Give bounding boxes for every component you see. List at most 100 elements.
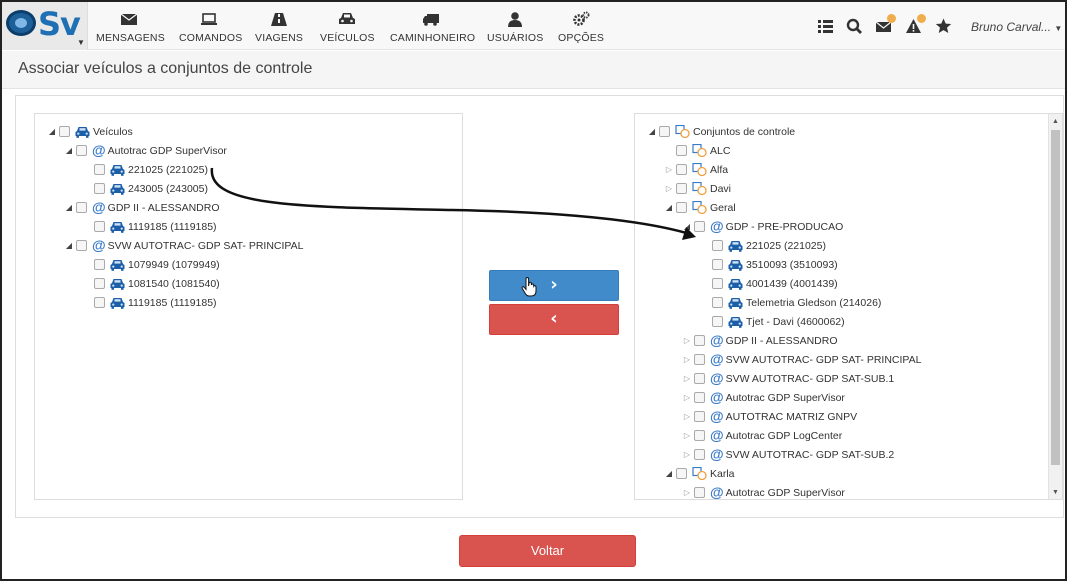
tree-vehicle[interactable]: Telemetria Gledson (214026) (700, 293, 881, 312)
expand-toggle-icon[interactable]: ▷ (682, 336, 692, 345)
tree-group[interactable]: ◢ @ GDP - PRE-PRODUCAO (682, 217, 843, 236)
node-checkbox[interactable] (676, 164, 687, 175)
tree-vehicle[interactable]: 1119185 (1119185) (82, 217, 217, 236)
tree-control-set[interactable]: ▷ Davi (664, 179, 731, 198)
expand-toggle-icon[interactable]: ▷ (682, 431, 692, 440)
tree-group[interactable]: ▷ @ GDP II - ALESSANDRO (682, 331, 838, 350)
node-checkbox[interactable] (94, 183, 105, 194)
node-checkbox[interactable] (94, 221, 105, 232)
node-checkbox[interactable] (94, 259, 105, 270)
expand-toggle-icon[interactable]: ▷ (682, 412, 692, 421)
tree-group[interactable]: ▷ @ SVW AUTOTRAC- GDP SAT- PRINCIPAL (682, 350, 922, 369)
alert-icon[interactable] (905, 14, 926, 39)
scrollbar-thumb[interactable] (1051, 130, 1060, 465)
nav-opcoes[interactable]: OPÇÕES (558, 11, 604, 44)
tree-group[interactable]: ◢ @ GDP II - ALESSANDRO (64, 198, 220, 217)
tree-root-vehicles[interactable]: ◢ Veículos (47, 122, 133, 141)
tree-vehicle[interactable]: 1081540 (1081540) (82, 274, 220, 293)
expand-toggle-icon[interactable]: ▷ (682, 374, 692, 383)
node-checkbox[interactable] (94, 278, 105, 289)
node-checkbox[interactable] (659, 126, 670, 137)
tree-vehicle[interactable]: 243005 (243005) (82, 179, 208, 198)
node-checkbox[interactable] (676, 468, 687, 479)
collapse-toggle-icon[interactable]: ◢ (647, 127, 657, 136)
node-checkbox[interactable] (676, 202, 687, 213)
nav-mensagens[interactable]: MENSAGENS (96, 11, 165, 44)
tree-scrollbar[interactable]: ▲ ▼ (1048, 114, 1062, 499)
expand-toggle-icon[interactable]: ▷ (682, 393, 692, 402)
node-checkbox[interactable] (694, 373, 705, 384)
collapse-toggle-icon[interactable]: ◢ (47, 127, 57, 136)
collapse-toggle-icon[interactable]: ◢ (64, 146, 74, 155)
tree-group[interactable]: ▷ @ Autotrac GDP SuperVisor (682, 483, 845, 500)
tree-control-set[interactable]: ALC (664, 141, 730, 160)
back-button[interactable]: Voltar (459, 535, 636, 567)
collapse-toggle-icon[interactable]: ◢ (664, 469, 674, 478)
nav-veiculos[interactable]: VEÍCULOS (320, 11, 375, 44)
collapse-toggle-icon[interactable]: ◢ (64, 241, 74, 250)
nav-usuarios[interactable]: USUÁRIOS (487, 11, 543, 44)
tree-vehicle[interactable]: 221025 (221025) (82, 160, 208, 179)
node-checkbox[interactable] (694, 392, 705, 403)
expand-toggle-icon[interactable]: ▷ (682, 355, 692, 364)
messages-icon[interactable] (875, 14, 896, 39)
node-checkbox[interactable] (712, 259, 723, 270)
star-icon[interactable] (935, 18, 952, 39)
add-to-set-button[interactable]: › (489, 270, 619, 301)
collapse-toggle-icon[interactable]: ◢ (664, 203, 674, 212)
node-checkbox[interactable] (712, 278, 723, 289)
list-icon[interactable] (817, 18, 834, 39)
remove-from-set-button[interactable]: ‹ (489, 304, 619, 335)
tree-group[interactable]: ▷ @ SVW AUTOTRAC- GDP SAT-SUB.2 (682, 445, 894, 464)
node-checkbox[interactable] (676, 183, 687, 194)
expand-toggle-icon[interactable]: ▷ (682, 450, 692, 459)
tree-group[interactable]: ▷ @ Autotrac GDP LogCenter (682, 426, 842, 445)
user-menu[interactable]: Bruno Carval... ▼ (971, 20, 1062, 34)
tree-vehicle[interactable]: 1119185 (1119185) (82, 293, 217, 312)
node-checkbox[interactable] (712, 316, 723, 327)
expand-toggle-icon[interactable]: ▷ (682, 488, 692, 497)
tree-control-set[interactable]: ◢ Geral (664, 198, 736, 217)
tree-group[interactable]: ▷ @ AUTOTRAC MATRIZ GNPV (682, 407, 857, 426)
tree-root-control-sets[interactable]: ◢ Conjuntos de controle (647, 122, 795, 141)
node-checkbox[interactable] (694, 430, 705, 441)
node-checkbox[interactable] (712, 240, 723, 251)
scroll-down-icon[interactable]: ▼ (1052, 489, 1059, 496)
app-logo-menu[interactable]: Sv ▼ (2, 2, 88, 50)
node-checkbox[interactable] (694, 449, 705, 460)
search-icon[interactable] (846, 18, 863, 39)
tree-vehicle[interactable]: 4001439 (4001439) (700, 274, 838, 293)
expand-toggle-icon[interactable]: ▷ (664, 165, 674, 174)
node-checkbox[interactable] (694, 487, 705, 498)
tree-vehicle[interactable]: Tjet - Davi (4600062) (700, 312, 845, 331)
expand-toggle-icon[interactable]: ▷ (664, 184, 674, 193)
tree-vehicle[interactable]: 221025 (221025) (700, 236, 826, 255)
node-checkbox[interactable] (94, 297, 105, 308)
node-checkbox[interactable] (694, 221, 705, 232)
collapse-toggle-icon[interactable]: ◢ (64, 203, 74, 212)
node-checkbox[interactable] (59, 126, 70, 137)
node-checkbox[interactable] (694, 411, 705, 422)
node-checkbox[interactable] (694, 335, 705, 346)
collapse-toggle-icon[interactable]: ◢ (682, 222, 692, 231)
tree-control-set[interactable]: ▷ Alfa (664, 160, 728, 179)
tree-group[interactable]: ◢ @ SVW AUTOTRAC- GDP SAT- PRINCIPAL (64, 236, 304, 255)
node-checkbox[interactable] (76, 145, 87, 156)
tree-group[interactable]: ◢ @ Autotrac GDP SuperVisor (64, 141, 227, 160)
tree-control-set[interactable]: ◢ Karla (664, 464, 735, 483)
nav-caminhoneiro[interactable]: CAMINHONEIRO (390, 11, 475, 44)
node-checkbox[interactable] (76, 202, 87, 213)
tree-group[interactable]: ▷ @ SVW AUTOTRAC- GDP SAT-SUB.1 (682, 369, 894, 388)
tree-vehicle[interactable]: 3510093 (3510093) (700, 255, 838, 274)
node-checkbox[interactable] (676, 145, 687, 156)
node-checkbox[interactable] (76, 240, 87, 251)
nav-viagens[interactable]: VIAGENS (255, 11, 303, 44)
tree-group[interactable]: ▷ @ Autotrac GDP SuperVisor (682, 388, 845, 407)
node-checkbox[interactable] (694, 354, 705, 365)
node-checkbox[interactable] (712, 297, 723, 308)
node-checkbox[interactable] (94, 164, 105, 175)
node-label: 221025 (221025) (128, 163, 208, 176)
scroll-up-icon[interactable]: ▲ (1052, 118, 1059, 125)
nav-comandos[interactable]: COMANDOS (179, 11, 242, 44)
tree-vehicle[interactable]: 1079949 (1079949) (82, 255, 220, 274)
